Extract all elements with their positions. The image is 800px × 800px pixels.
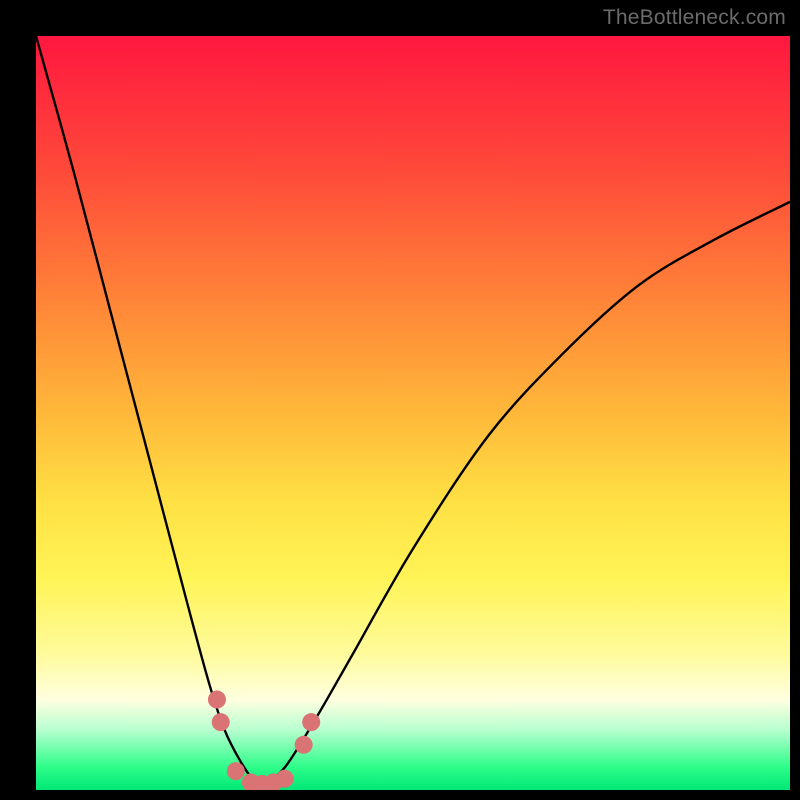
watermark-text: TheBottleneck.com (603, 6, 786, 30)
valley-marker (276, 770, 294, 788)
valley-marker (295, 736, 313, 754)
curve-svg (36, 36, 790, 790)
chart-frame: TheBottleneck.com (0, 0, 800, 800)
valley-markers (208, 691, 320, 790)
bottleneck-curve-line (36, 36, 790, 790)
valley-marker (208, 691, 226, 709)
plot-area (36, 36, 790, 790)
valley-marker (302, 713, 320, 731)
valley-marker (227, 762, 245, 780)
valley-marker (212, 713, 230, 731)
